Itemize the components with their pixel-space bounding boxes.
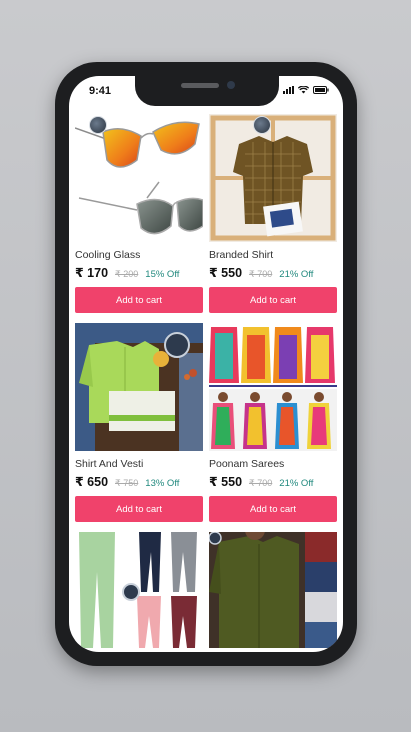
- product-card[interactable]: Branded Shirt ₹ 550 ₹ 700 21% Off Add to…: [209, 114, 337, 313]
- shirt-and-vesti-illustration: [75, 323, 203, 451]
- product-name[interactable]: Branded Shirt: [209, 249, 337, 263]
- price-row: ₹ 550 ₹ 700 21% Off: [209, 474, 337, 490]
- olive-shirt-collage-illustration: [209, 532, 337, 648]
- battery-icon: [313, 86, 329, 94]
- phone-frame: 9:41 Cooling Glass ₹ 170 ₹ 200 15% Off A…: [55, 62, 357, 666]
- product-price: ₹ 650: [75, 475, 109, 489]
- product-image-poonam-sarees[interactable]: [209, 323, 337, 451]
- brand-logo-icon: [89, 116, 107, 134]
- product-card[interactable]: Poonam Sarees ₹ 550 ₹ 700 21% Off Add to…: [209, 323, 337, 522]
- phone-notch: [135, 76, 279, 106]
- product-image-cooling-glass[interactable]: [75, 114, 203, 242]
- product-grid: Cooling Glass ₹ 170 ₹ 200 15% Off Add to…: [75, 114, 337, 648]
- front-camera: [227, 81, 235, 89]
- product-image-branded-shirt[interactable]: [209, 114, 337, 242]
- status-time: 9:41: [89, 85, 112, 97]
- brand-logo-icon: [253, 116, 271, 134]
- sarees-collage-illustration: [209, 323, 337, 451]
- product-name[interactable]: Shirt And Vesti: [75, 458, 203, 472]
- app-screen: 9:41 Cooling Glass ₹ 170 ₹ 200 15% Off A…: [69, 76, 343, 652]
- product-mrp: ₹ 750: [115, 478, 139, 488]
- discount-label: 21% Off: [279, 478, 314, 489]
- product-card[interactable]: [209, 532, 337, 648]
- status-icons: [283, 86, 329, 94]
- trousers-collage-illustration: [75, 532, 203, 648]
- product-card[interactable]: [75, 532, 203, 648]
- add-to-cart-button[interactable]: Add to cart: [209, 287, 337, 313]
- product-image-shirt-and-vesti[interactable]: [75, 323, 203, 451]
- shirt-on-frame-illustration: [209, 114, 337, 242]
- price-row: ₹ 650 ₹ 750 13% Off: [75, 474, 203, 490]
- speaker-grille: [181, 83, 219, 88]
- wifi-icon: [298, 86, 309, 94]
- add-to-cart-button[interactable]: Add to cart: [209, 496, 337, 522]
- product-card[interactable]: Cooling Glass ₹ 170 ₹ 200 15% Off Add to…: [75, 114, 203, 313]
- product-mrp: ₹ 700: [249, 478, 273, 488]
- price-row: ₹ 170 ₹ 200 15% Off: [75, 265, 203, 281]
- product-price: ₹ 550: [209, 475, 243, 489]
- product-image-olive-shirt[interactable]: [209, 532, 337, 648]
- signal-icon: [283, 86, 294, 94]
- product-mrp: ₹ 700: [249, 269, 273, 279]
- discount-label: 15% Off: [145, 269, 180, 280]
- product-mrp: ₹ 200: [115, 269, 139, 279]
- product-card[interactable]: Shirt And Vesti ₹ 650 ₹ 750 13% Off Add …: [75, 323, 203, 522]
- discount-label: 13% Off: [145, 478, 180, 489]
- product-image-trousers[interactable]: [75, 532, 203, 648]
- product-price: ₹ 170: [75, 266, 109, 280]
- product-price: ₹ 550: [209, 266, 243, 280]
- add-to-cart-button[interactable]: Add to cart: [75, 496, 203, 522]
- product-name[interactable]: Poonam Sarees: [209, 458, 337, 472]
- product-name[interactable]: Cooling Glass: [75, 249, 203, 263]
- add-to-cart-button[interactable]: Add to cart: [75, 287, 203, 313]
- price-row: ₹ 550 ₹ 700 21% Off: [209, 265, 337, 281]
- discount-label: 21% Off: [279, 269, 314, 280]
